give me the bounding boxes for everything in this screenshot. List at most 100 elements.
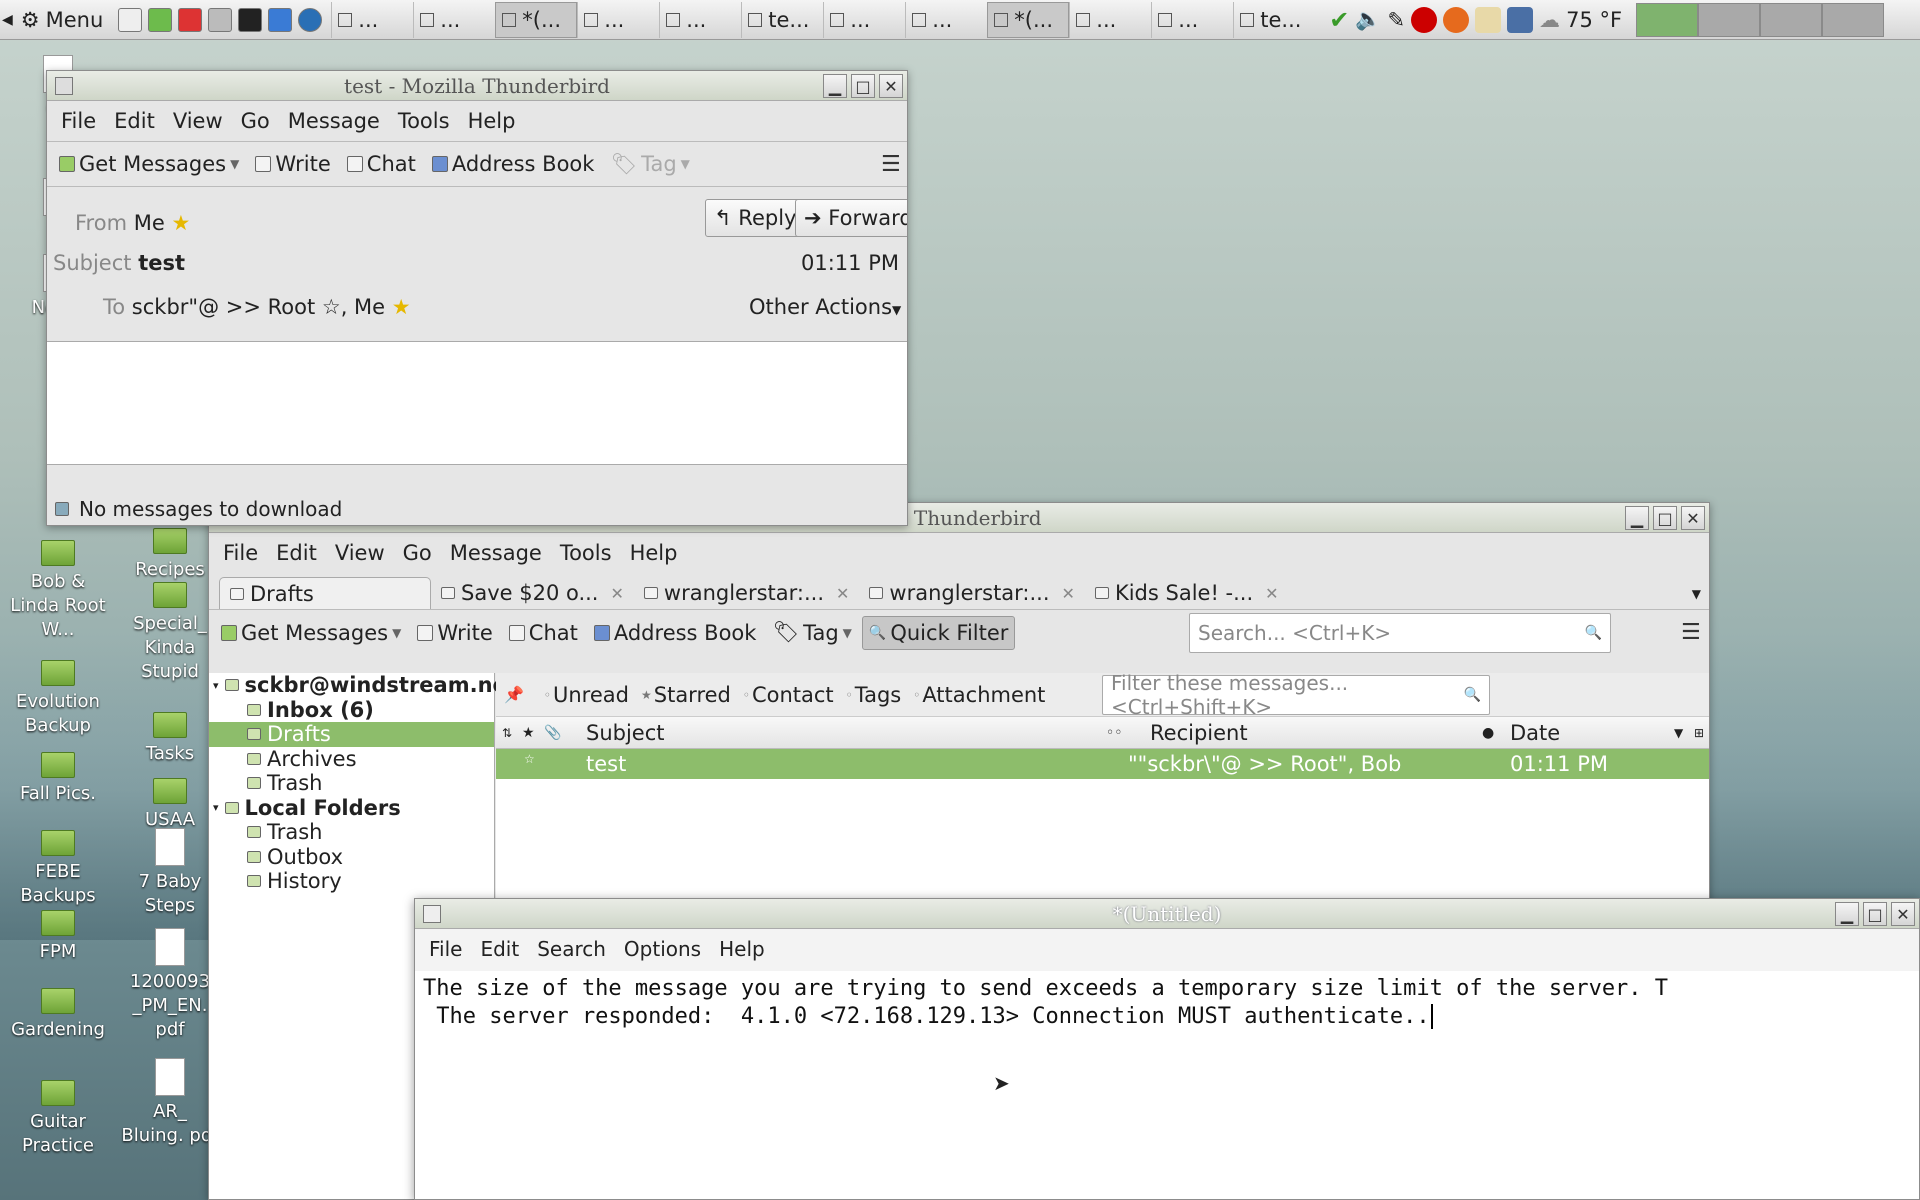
tab-close-icon[interactable]: ✕ (610, 584, 623, 603)
star-col-icon[interactable]: ★ (522, 725, 535, 741)
row-star-icon[interactable]: ☆ (524, 752, 535, 766)
menu-tools[interactable]: Tools (552, 541, 620, 565)
notes-icon[interactable] (1475, 6, 1502, 33)
taskbar-left-arrow[interactable]: ◀ (0, 2, 15, 38)
date-column[interactable]: Date (1510, 721, 1560, 745)
filter-attachment[interactable]: ◦ Attachment (913, 683, 1045, 707)
taskbar-task[interactable]: ... (413, 1, 495, 38)
tab-list-chevron-icon[interactable]: ▼ (1692, 587, 1701, 609)
write-button[interactable]: Write (249, 148, 336, 180)
junk-col-icon[interactable]: ● (1482, 725, 1494, 741)
bluefish-icon[interactable] (268, 7, 293, 32)
folder-item[interactable]: Trash (209, 820, 494, 845)
thunderbird-icon[interactable] (1507, 6, 1534, 33)
menu-file[interactable]: File (215, 541, 266, 565)
desktop-icon[interactable]: Gardening (8, 988, 108, 1042)
desktop-icon[interactable]: Evolution Backup (8, 660, 108, 738)
workspace-2[interactable] (1698, 2, 1761, 37)
from-value[interactable]: Me (134, 211, 165, 235)
chevron-down-icon[interactable]: ▼ (230, 157, 239, 171)
desktop-icon[interactable]: 1200093 _PM_EN. pdf (120, 928, 220, 1042)
subject-column[interactable]: Subject (586, 721, 665, 745)
get-messages-button[interactable]: Get Messages ▼ (215, 617, 407, 649)
to-value[interactable]: sckbr"@ >> Root ☆, Me (132, 295, 385, 319)
filter-unread[interactable]: ◦ Unread (544, 683, 629, 707)
activity-icon[interactable] (55, 502, 69, 516)
tab-close-icon[interactable]: ✕ (836, 584, 849, 603)
workspace-4[interactable] (1822, 2, 1885, 37)
taskbar-task[interactable]: ... (823, 1, 905, 38)
app-menu-icon[interactable]: ☰ (1681, 620, 1701, 645)
calculator-icon[interactable] (208, 7, 233, 32)
menu-go[interactable]: Go (395, 541, 440, 565)
folder-item[interactable]: Outbox (209, 845, 494, 870)
workspace-3[interactable] (1760, 2, 1823, 37)
tab-close-icon[interactable]: ✕ (1265, 584, 1278, 603)
desktop-icon[interactable]: Recipes (120, 528, 220, 582)
desktop-icon[interactable]: 7 Baby Steps (120, 828, 220, 918)
filter-messages-input[interactable]: Filter these messages... <Ctrl+Shift+K> 🔍 (1102, 671, 1490, 719)
desktop-icon[interactable]: USAA (120, 778, 220, 832)
maximize-button[interactable]: □ (1653, 506, 1677, 530)
menu-help[interactable]: Help (622, 541, 686, 565)
desktop-icon[interactable]: Tasks (120, 712, 220, 766)
close-button[interactable]: ✕ (1891, 902, 1915, 926)
attachment-col-icon[interactable]: 📎 (544, 725, 561, 741)
close-button[interactable]: ✕ (1681, 506, 1705, 530)
taskbar-task[interactable]: ... (577, 1, 659, 38)
folder-item[interactable]: ▾ sckbr@windstream.net (209, 673, 517, 698)
show-desktop-icon[interactable] (118, 7, 143, 32)
menu-help[interactable]: Help (711, 937, 773, 961)
taskbar-task[interactable]: ... (905, 1, 987, 38)
editor-text-area[interactable]: The size of the message you are trying t… (415, 971, 1919, 1199)
star-icon[interactable]: ★ (171, 211, 190, 235)
address-book-button[interactable]: Address Book (426, 148, 601, 180)
address-book-button[interactable]: Address Book (588, 617, 763, 649)
menu-options[interactable]: Options (616, 937, 709, 961)
menu-help[interactable]: Help (460, 109, 524, 133)
menu-file[interactable]: File (421, 937, 470, 961)
taskbar-task[interactable]: ... (1069, 1, 1151, 38)
workspace-pager[interactable] (1636, 2, 1885, 37)
recipient-column[interactable]: Recipient (1150, 721, 1248, 745)
folder-item[interactable]: ▾ Local Folders (209, 796, 494, 821)
quick-filter-button[interactable]: 🔍 Quick Filter (861, 615, 1016, 650)
minimize-button[interactable]: ▁ (823, 74, 847, 98)
filter-tags[interactable]: ◦ Tags (846, 683, 902, 707)
menu-go[interactable]: Go (233, 109, 278, 133)
pen-icon[interactable]: ✎ (1388, 8, 1406, 32)
reply-button[interactable]: ↰ Reply (705, 199, 806, 237)
message-body[interactable] (47, 341, 907, 465)
folder-item[interactable]: Inbox (6) (209, 698, 494, 723)
tab-3[interactable]: wranglerstar:... ✕ (859, 577, 1085, 609)
taskbar-task[interactable]: ... (331, 1, 413, 38)
menu-edit[interactable]: Edit (106, 109, 163, 133)
menu-view[interactable]: View (327, 541, 393, 565)
maximize-button[interactable]: □ (1863, 902, 1887, 926)
desktop-icon[interactable]: Special_ Kinda Stupid (120, 582, 220, 684)
browser-icon[interactable] (298, 7, 323, 32)
taskbar-task[interactable]: te... (1233, 1, 1315, 38)
thread-col-icon[interactable]: ⇅ (502, 726, 512, 740)
desktop-icon[interactable]: Bob & Linda Root W... (8, 540, 108, 642)
menu-edit[interactable]: Edit (472, 937, 527, 961)
menu-message[interactable]: Message (280, 109, 388, 133)
firefox-icon[interactable] (1443, 6, 1470, 33)
tab-2[interactable]: wranglerstar:... ✕ (634, 577, 860, 609)
chat-button[interactable]: Chat (503, 617, 584, 649)
taskbar-task[interactable]: ... (1151, 1, 1233, 38)
expander-icon[interactable]: ▾ (213, 679, 219, 692)
taskbar-task[interactable]: *(... (495, 1, 578, 38)
desktop-icon[interactable]: Guitar Practice (8, 1080, 108, 1158)
sort-chevron-icon[interactable]: ▼ (1674, 726, 1683, 740)
menu-file[interactable]: File (53, 109, 104, 133)
minimize-button[interactable]: ▁ (1835, 902, 1859, 926)
book-icon[interactable] (178, 7, 203, 32)
app-menu-icon[interactable]: ☰ (881, 152, 901, 177)
taskbar-task[interactable]: te... (741, 1, 823, 38)
desktop-icon[interactable]: Fall Pics. (8, 752, 108, 806)
desktop-icon[interactable]: FPM (8, 910, 108, 964)
volume-icon[interactable]: 🔈 (1355, 7, 1381, 32)
filter-starred[interactable]: ★ Starred (641, 683, 731, 707)
menu-tools[interactable]: Tools (390, 109, 458, 133)
